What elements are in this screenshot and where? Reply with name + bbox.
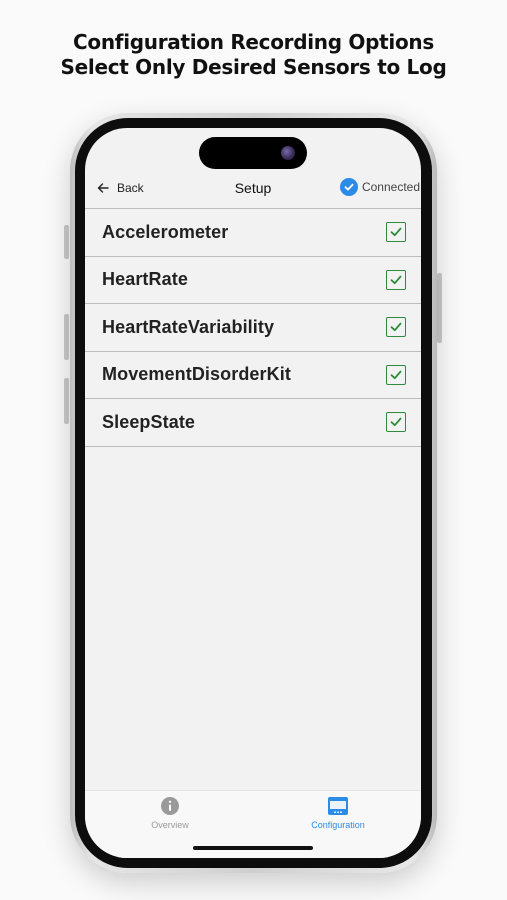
sensor-list: Accelerometer HeartRate HeartRateVariabi… <box>85 208 421 447</box>
headline-line-2: Select Only Desired Sensors to Log <box>60 55 447 79</box>
page: Configuration Recording Options Select O… <box>0 0 507 900</box>
window-icon <box>328 797 348 815</box>
checkmark-icon <box>390 417 402 427</box>
arrow-left-icon <box>97 183 109 193</box>
sensor-checkbox[interactable] <box>386 222 406 242</box>
phone-side-button <box>64 225 69 259</box>
back-button[interactable]: Back <box>97 181 144 195</box>
sensor-label: HeartRate <box>102 269 188 290</box>
connection-status: Connected <box>339 178 420 196</box>
home-indicator <box>193 846 313 850</box>
sensor-row-heartratevariability[interactable]: HeartRateVariability <box>85 304 421 352</box>
checkmark-icon <box>390 370 402 379</box>
sensor-label: HeartRateVariability <box>102 316 275 337</box>
dynamic-island <box>199 137 307 169</box>
headline-line-1: Configuration Recording Options <box>73 30 434 54</box>
info-icon <box>161 797 179 815</box>
back-label: Back <box>117 181 144 195</box>
sensor-row-heartrate[interactable]: HeartRate <box>85 257 421 304</box>
checkmark-icon <box>390 227 402 237</box>
checkmark-icon <box>390 322 402 332</box>
camera-icon <box>281 146 295 160</box>
headline: Configuration Recording Options Select O… <box>0 30 507 80</box>
tab-label: Overview <box>151 820 189 830</box>
checkmark-icon <box>390 275 402 284</box>
sensor-checkbox[interactable] <box>386 412 406 432</box>
sensor-row-movementdisorderkit[interactable]: MovementDisorderKit <box>85 352 421 399</box>
nav-bar: Back Setup Connected <box>85 173 421 207</box>
status-label: Connected <box>361 180 420 194</box>
sensor-label: MovementDisorderKit <box>102 364 291 385</box>
tab-configuration[interactable]: Configuration <box>278 796 398 830</box>
tab-overview[interactable]: Overview <box>110 796 230 830</box>
sensor-label: Accelerometer <box>102 221 229 242</box>
tab-label: Configuration <box>311 820 365 830</box>
phone-side-button <box>437 273 442 343</box>
sensor-label: SleepState <box>102 411 196 432</box>
phone-side-button <box>64 378 69 424</box>
sensor-checkbox[interactable] <box>386 317 406 337</box>
sensor-checkbox[interactable] <box>386 364 406 385</box>
check-circle-icon <box>339 178 358 196</box>
sensor-row-sleepstate[interactable]: SleepState <box>85 399 421 447</box>
sensor-row-accelerometer[interactable]: Accelerometer <box>85 209 421 257</box>
sensor-checkbox[interactable] <box>386 269 406 290</box>
phone-screen: Back Setup Connected Accelerometer Heart… <box>85 128 421 858</box>
phone-side-button <box>64 314 69 360</box>
